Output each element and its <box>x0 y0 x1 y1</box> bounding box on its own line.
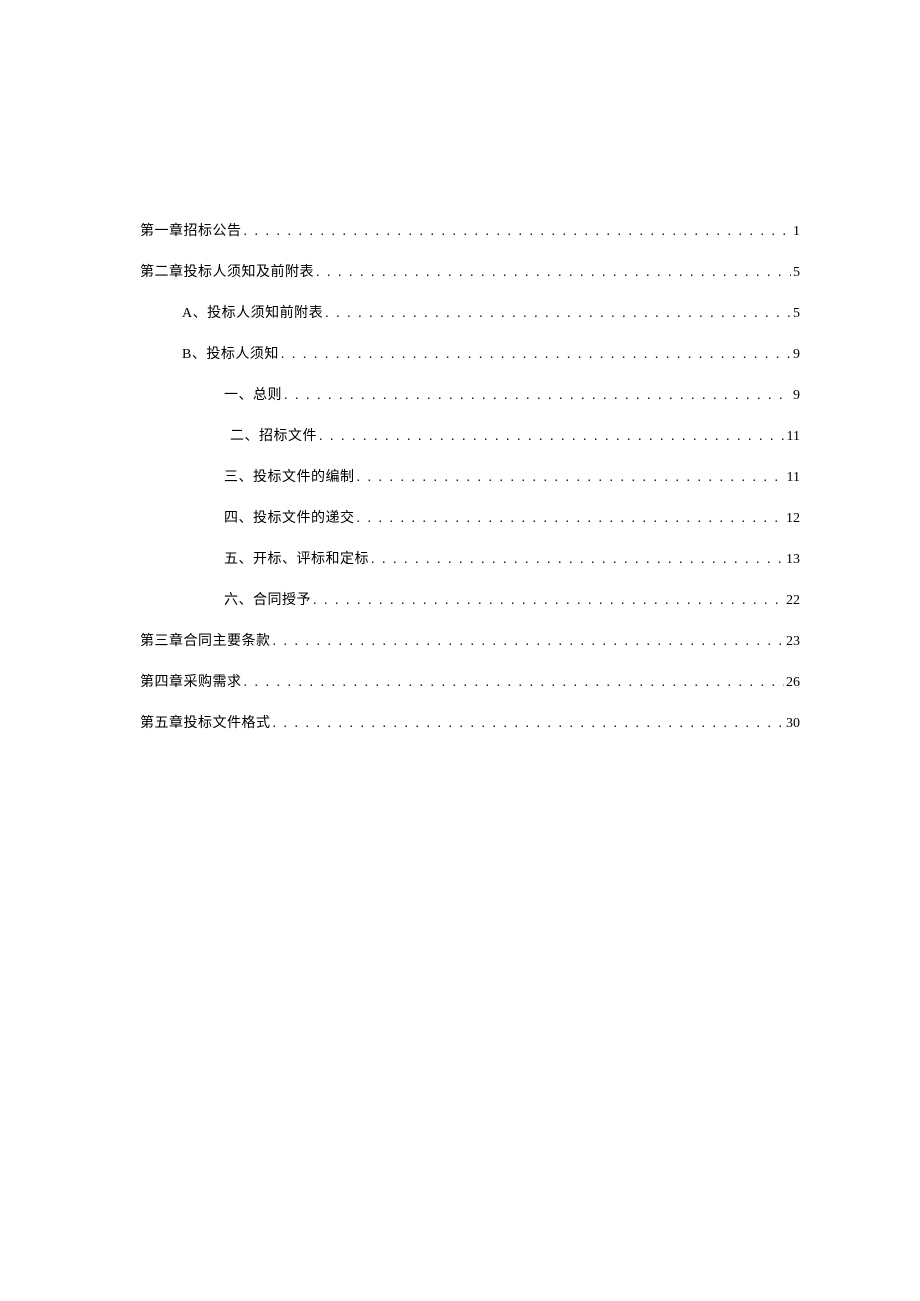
toc-entry: 五、开标、评标和定标 13 <box>140 548 800 568</box>
toc-label: 一、总则 <box>224 384 282 404</box>
toc-entry: 三、投标文件的编制 11 <box>140 466 800 486</box>
toc-label: 第二章投标人须知及前附表 <box>140 261 314 281</box>
toc-page-number: 5 <box>791 265 800 281</box>
toc-leader-dots <box>323 306 791 322</box>
toc-page-number: 30 <box>784 716 800 732</box>
toc-leader-dots <box>369 552 784 568</box>
toc-leader-dots <box>317 429 785 445</box>
toc-page-number: 11 <box>785 429 800 445</box>
toc-leader-dots <box>355 470 785 486</box>
toc-label: 三、投标文件的编制 <box>224 466 355 486</box>
toc-label: 第五章投标文件格式 <box>140 712 271 732</box>
toc-page-number: 22 <box>784 593 800 609</box>
toc-leader-dots <box>242 224 792 240</box>
toc-label: 第一章招标公告 <box>140 220 242 240</box>
toc-entry: 第四章采购需求 26 <box>140 671 800 691</box>
toc-leader-dots <box>355 511 785 527</box>
toc-entry: 第二章投标人须知及前附表 5 <box>140 261 800 281</box>
toc-entry: 六、合同授予 22 <box>140 589 800 609</box>
toc-label: 六、合同授予 <box>224 589 311 609</box>
toc-page-number: 13 <box>784 552 800 568</box>
toc-page-number: 26 <box>784 675 800 691</box>
toc-label: 第四章采购需求 <box>140 671 242 691</box>
toc-label: 二、招标文件 <box>230 425 317 445</box>
toc-leader-dots <box>242 675 785 691</box>
toc-page-number: 1 <box>791 224 800 240</box>
toc-entry: A、投标人须知前附表 5 <box>140 302 800 322</box>
toc-label: A、投标人须知前附表 <box>182 302 323 322</box>
toc-label: 五、开标、评标和定标 <box>224 548 369 568</box>
toc-entry: 二、招标文件 11 <box>140 425 800 445</box>
toc-page-number: 5 <box>791 306 800 322</box>
toc-page-number: 12 <box>784 511 800 527</box>
toc-page-number: 23 <box>784 634 800 650</box>
toc-leader-dots <box>271 716 785 732</box>
table-of-contents: 第一章招标公告 1 第二章投标人须知及前附表 5 A、投标人须知前附表 5 B、… <box>140 220 800 732</box>
toc-entry: 第一章招标公告 1 <box>140 220 800 240</box>
toc-leader-dots <box>282 388 791 404</box>
toc-label: 第三章合同主要条款 <box>140 630 271 650</box>
toc-label: B、投标人须知 <box>182 343 279 363</box>
toc-page-number: 9 <box>791 388 800 404</box>
toc-page-number: 9 <box>791 347 800 363</box>
toc-entry: B、投标人须知 9 <box>140 343 800 363</box>
toc-entry: 第五章投标文件格式 30 <box>140 712 800 732</box>
toc-entry: 第三章合同主要条款 23 <box>140 630 800 650</box>
toc-page-number: 11 <box>785 470 800 486</box>
toc-leader-dots <box>279 347 791 363</box>
toc-entry: 一、总则 9 <box>140 384 800 404</box>
toc-leader-dots <box>311 593 784 609</box>
toc-leader-dots <box>271 634 785 650</box>
toc-label: 四、投标文件的递交 <box>224 507 355 527</box>
toc-leader-dots <box>314 265 791 281</box>
toc-entry: 四、投标文件的递交 12 <box>140 507 800 527</box>
